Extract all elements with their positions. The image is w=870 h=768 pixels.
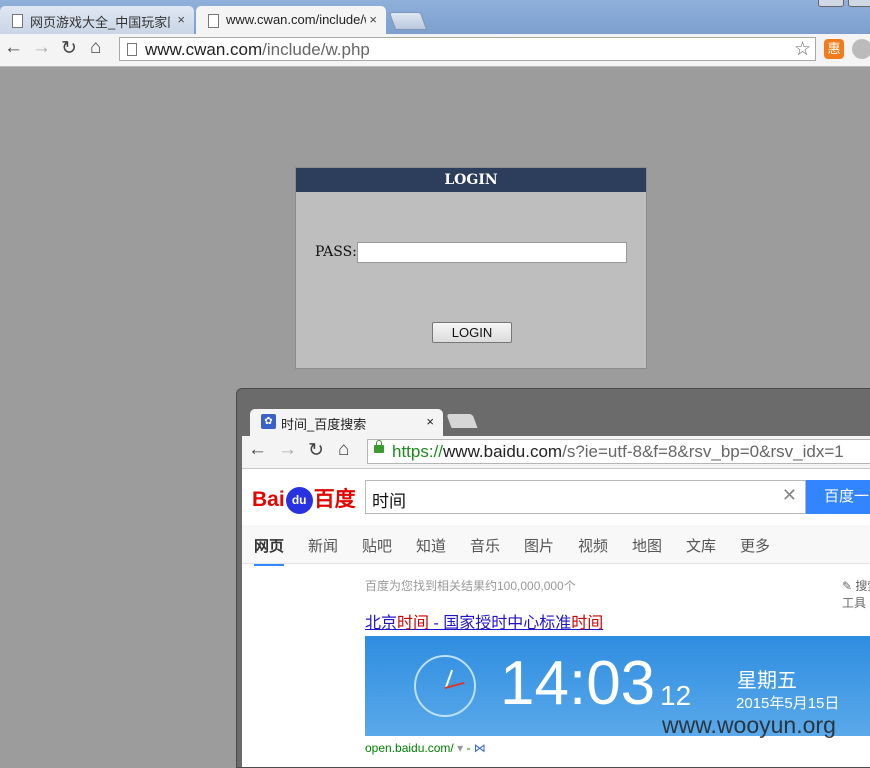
tab-music[interactable]: 音乐 <box>470 535 500 556</box>
login-panel: LOGIN PASS: LOGIN <box>295 167 647 369</box>
address-bar[interactable]: https://www.baidu.com/s?ie=utf-8&f=8&rsv… <box>367 439 870 464</box>
close-tab-icon[interactable]: × <box>369 12 377 27</box>
tab-more[interactable]: 更多 <box>740 535 770 556</box>
browser-toolbar: ← → ↻ ⌂ https://www.baidu.com/s?ie=utf-8… <box>242 436 870 469</box>
bookmark-star-icon[interactable]: ☆ <box>794 38 811 61</box>
lock-icon <box>374 440 384 453</box>
forward-icon[interactable]: → <box>32 37 51 59</box>
url-path: /include/w.php <box>262 40 370 59</box>
logo-text: 百度 <box>313 488 356 511</box>
tab-map[interactable]: 地图 <box>632 535 662 556</box>
pass-label: PASS: <box>315 244 357 260</box>
watermark: www.wooyun.org <box>662 712 836 738</box>
login-button[interactable]: LOGIN <box>432 322 512 343</box>
result-title-highlight: 时间 <box>397 615 430 632</box>
tab-news[interactable]: 新闻 <box>308 535 338 556</box>
bookmark-icon[interactable]: ⋈ <box>474 741 486 755</box>
page-icon <box>208 14 219 28</box>
home-icon[interactable]: ⌂ <box>90 37 101 59</box>
search-query: 时间 <box>372 492 406 511</box>
maximize-button[interactable] <box>848 0 870 7</box>
login-title: LOGIN <box>296 168 646 192</box>
browser-menu-icon[interactable] <box>852 39 870 59</box>
back-icon[interactable]: ← <box>4 37 23 59</box>
tab-video[interactable]: 视频 <box>578 535 608 556</box>
url-path: /s?ie=utf-8&f=8&rsv_bp=0&rsv_idx=1 <box>562 442 844 461</box>
clock-time: 14:03 <box>500 649 656 718</box>
result-source-url[interactable]: open.baidu.com/ ▾ - ⋈ <box>365 741 486 755</box>
baidu-logo[interactable]: Bai du 百度 <box>252 483 356 514</box>
tab-cwan[interactable]: www.cwan.com/include/w.php × <box>196 6 386 34</box>
tab-tieba[interactable]: 贴吧 <box>362 535 392 556</box>
result-title-part: 北京 <box>365 615 398 632</box>
embedded-browser-window: ✿ 时间_百度搜索 × ← → ↻ ⌂ https://www.baidu.co… <box>236 388 870 768</box>
search-tabs: 网页 新闻 贴吧 知道 音乐 图片 视频 地图 文库 更多 <box>242 525 870 566</box>
logo-text: Bai <box>252 488 285 511</box>
search-input[interactable]: 时间 ✕ <box>365 480 806 514</box>
clock-date: 2015年5月15日 <box>736 695 840 712</box>
search-tools[interactable]: ✎ 搜索工具 <box>842 577 870 611</box>
url-scheme: https:// <box>392 442 444 461</box>
url-text: https://www.baidu.com/s?ie=utf-8&f=8&rsv… <box>392 442 844 462</box>
tab-images[interactable]: 图片 <box>524 535 554 556</box>
tab-strip: 网页游戏大全_中国玩家网 × www.cwan.com/include/w.ph… <box>0 0 870 34</box>
tab-baidu[interactable]: ✿ 时间_百度搜索 × <box>250 409 443 436</box>
tab-wenku[interactable]: 文库 <box>686 535 716 556</box>
url-host: www.baidu.com <box>443 442 563 461</box>
minimize-button[interactable] <box>818 0 844 7</box>
search-button[interactable]: 百度一下 <box>806 480 870 514</box>
baidu-paw-icon: ✿ <box>261 414 276 429</box>
browser-toolbar: ← → ↻ ⌂ www.cwan.com/include/w.php ☆ <box>0 34 870 67</box>
search-tools-label: 搜索工具 <box>842 579 870 610</box>
url-text: www.cwan.com/include/w.php <box>145 40 370 60</box>
reload-icon[interactable]: ↻ <box>61 37 77 60</box>
tab-title: 网页游戏大全_中国玩家网 <box>30 15 170 30</box>
home-icon[interactable]: ⌂ <box>338 439 349 461</box>
tab-zhidao[interactable]: 知道 <box>416 535 446 556</box>
tab-title: 时间_百度搜索 <box>281 417 367 432</box>
tab-game-portal[interactable]: 网页游戏大全_中国玩家网 × <box>0 6 194 34</box>
logo-paw: du <box>285 486 313 514</box>
forward-icon[interactable]: → <box>278 439 297 461</box>
clock-weekday: 星期五 <box>737 670 797 692</box>
result-title-highlight: 时间 <box>571 615 604 632</box>
result-count: 百度为您找到相关结果约100,000,000个 <box>365 579 576 593</box>
address-bar[interactable]: www.cwan.com/include/w.php ☆ <box>119 37 816 61</box>
password-input[interactable] <box>357 242 627 263</box>
result-title-part: - 国家授时中心标准 <box>429 615 572 632</box>
clock-icon <box>414 655 476 717</box>
result-title-link[interactable]: 北京时间 - 国家授时中心标准时间 <box>365 609 603 633</box>
close-tab-icon[interactable]: × <box>426 414 434 429</box>
new-tab-button[interactable] <box>446 414 478 428</box>
reload-icon[interactable]: ↻ <box>308 439 324 462</box>
source-url-text: open.baidu.com/ <box>365 741 454 755</box>
extension-icon[interactable]: 惠 <box>824 39 844 59</box>
back-icon[interactable]: ← <box>248 439 267 461</box>
tab-web[interactable]: 网页 <box>254 535 285 566</box>
tab-title: www.cwan.com/include/w.php <box>226 12 366 27</box>
clear-icon[interactable]: ✕ <box>782 485 797 506</box>
dropdown-arrow-icon[interactable]: ▾ <box>457 741 463 755</box>
url-host: www.cwan.com <box>145 40 263 59</box>
close-tab-icon[interactable]: × <box>177 12 185 27</box>
page-icon <box>127 43 137 56</box>
page-icon <box>12 14 23 28</box>
clock-seconds: 12 <box>660 680 692 711</box>
new-tab-button[interactable] <box>388 12 428 30</box>
